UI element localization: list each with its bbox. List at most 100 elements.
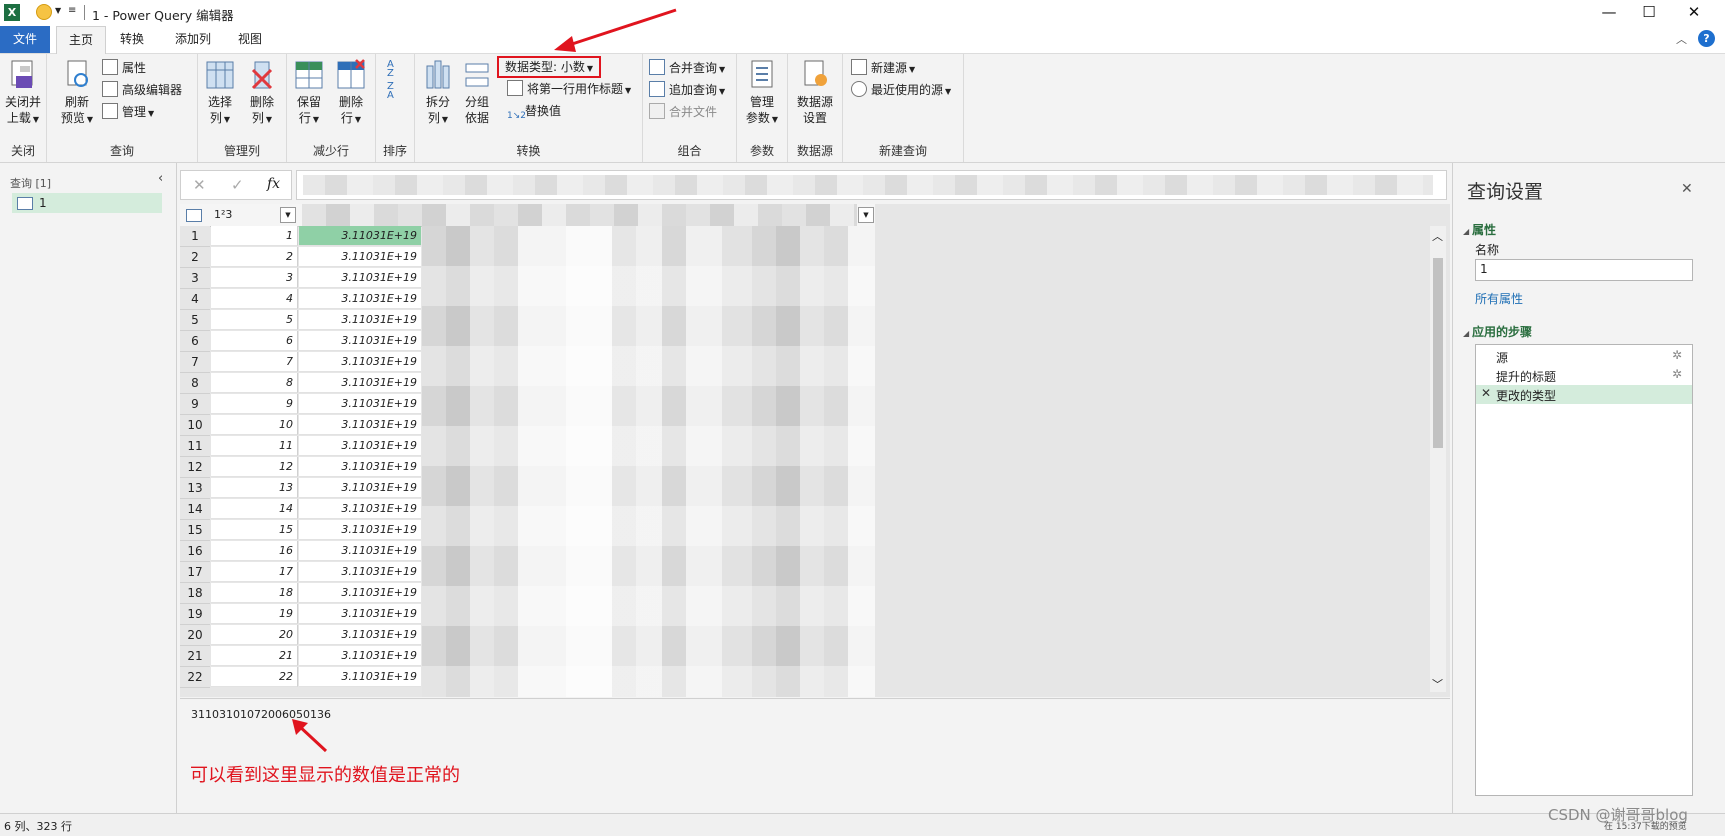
split-column-button[interactable]: 拆分 列 ▼ bbox=[419, 58, 457, 128]
index-cell[interactable]: 18 bbox=[211, 583, 298, 603]
table-row[interactable]: 19 19 3.11031E+19 bbox=[180, 604, 422, 625]
value-cell[interactable]: 3.11031E+19 bbox=[299, 667, 421, 687]
row-number[interactable]: 18 bbox=[180, 583, 210, 604]
row-number[interactable]: 8 bbox=[180, 373, 210, 394]
column-type-icon[interactable]: 1²3 bbox=[214, 208, 232, 221]
index-cell[interactable]: 4 bbox=[211, 289, 298, 309]
value-cell[interactable]: 3.11031E+19 bbox=[299, 478, 421, 498]
index-cell[interactable]: 20 bbox=[211, 625, 298, 645]
keep-rows-button[interactable]: 保留 行 ▼ bbox=[289, 58, 329, 128]
table-row[interactable]: 7 7 3.11031E+19 bbox=[180, 352, 422, 373]
index-cell[interactable]: 16 bbox=[211, 541, 298, 561]
table-row[interactable]: 22 22 3.11031E+19 bbox=[180, 667, 422, 688]
index-cell[interactable]: 17 bbox=[211, 562, 298, 582]
confirm-formula-button[interactable]: ✓ bbox=[231, 176, 244, 194]
row-number[interactable]: 20 bbox=[180, 625, 210, 646]
properties-section-header[interactable]: ◢ 属性 bbox=[1463, 221, 1496, 238]
index-cell[interactable]: 10 bbox=[211, 415, 298, 435]
index-cell[interactable]: 21 bbox=[211, 646, 298, 666]
row-number[interactable]: 2 bbox=[180, 247, 210, 268]
close-window-button[interactable]: ✕ bbox=[1671, 0, 1717, 26]
column-filter-button[interactable]: ▼ bbox=[280, 207, 296, 223]
gear-icon[interactable]: ✲ bbox=[1672, 348, 1682, 362]
row-number[interactable]: 21 bbox=[180, 646, 210, 667]
properties-button[interactable]: 属性 bbox=[102, 58, 146, 78]
row-number[interactable]: 11 bbox=[180, 436, 210, 457]
row-number[interactable]: 3 bbox=[180, 268, 210, 289]
value-cell[interactable]: 3.11031E+19 bbox=[299, 520, 421, 540]
table-row[interactable]: 16 16 3.11031E+19 bbox=[180, 541, 422, 562]
table-row[interactable]: 1 1 3.11031E+19 bbox=[180, 226, 422, 247]
tab-add-column[interactable]: 添加列 bbox=[164, 26, 222, 53]
customize-qat-icon[interactable]: ≡ bbox=[68, 5, 76, 16]
value-cell[interactable]: 3.11031E+19 bbox=[299, 310, 421, 330]
row-number[interactable]: 14 bbox=[180, 499, 210, 520]
smiley-icon[interactable] bbox=[36, 4, 52, 20]
collapse-ribbon-icon[interactable]: ︿ bbox=[1676, 31, 1687, 47]
row-number[interactable]: 10 bbox=[180, 415, 210, 436]
index-cell[interactable]: 12 bbox=[211, 457, 298, 477]
row-number[interactable]: 5 bbox=[180, 310, 210, 331]
fx-icon[interactable]: fx bbox=[267, 176, 280, 192]
value-cell[interactable]: 3.11031E+19 bbox=[299, 415, 421, 435]
replace-values-button[interactable]: 1↘2替换值 bbox=[507, 101, 561, 121]
remove-columns-button[interactable]: 删除 列 ▼ bbox=[242, 58, 282, 128]
sort-descending-icon[interactable]: ZA bbox=[387, 82, 394, 101]
row-number[interactable]: 17 bbox=[180, 562, 210, 583]
value-cell[interactable]: 3.11031E+19 bbox=[299, 331, 421, 351]
value-cell[interactable]: 3.11031E+19 bbox=[299, 499, 421, 519]
value-cell[interactable]: 3.11031E+19 bbox=[299, 562, 421, 582]
table-row[interactable]: 20 20 3.11031E+19 bbox=[180, 625, 422, 646]
index-cell[interactable]: 19 bbox=[211, 604, 298, 624]
vertical-scrollbar[interactable]: ︿ ﹀ bbox=[1430, 226, 1446, 692]
refresh-preview-button[interactable]: 刷新 预览 ▼ bbox=[57, 58, 97, 128]
index-cell[interactable]: 11 bbox=[211, 436, 298, 456]
table-row[interactable]: 21 21 3.11031E+19 bbox=[180, 646, 422, 667]
row-number[interactable]: 9 bbox=[180, 394, 210, 415]
row-number[interactable]: 19 bbox=[180, 604, 210, 625]
query-item[interactable]: 1 bbox=[12, 193, 162, 213]
cancel-formula-button[interactable]: ✕ bbox=[193, 176, 206, 194]
use-first-row-as-headers-button[interactable]: 将第一行用作标题 ▼ bbox=[507, 79, 631, 99]
row-number[interactable]: 15 bbox=[180, 520, 210, 541]
value-cell[interactable]: 3.11031E+19 bbox=[299, 268, 421, 288]
all-properties-link[interactable]: 所有属性 bbox=[1475, 290, 1523, 307]
index-cell[interactable]: 8 bbox=[211, 373, 298, 393]
index-cell[interactable]: 22 bbox=[211, 667, 298, 687]
collapse-queries-pane-icon[interactable]: ‹ bbox=[158, 171, 163, 186]
scroll-thumb[interactable] bbox=[1433, 258, 1443, 448]
value-cell[interactable]: 3.11031E+19 bbox=[299, 289, 421, 309]
index-cell[interactable]: 9 bbox=[211, 394, 298, 414]
row-number[interactable]: 6 bbox=[180, 331, 210, 352]
column-filter-button[interactable]: ▼ bbox=[858, 207, 874, 223]
table-row[interactable]: 12 12 3.11031E+19 bbox=[180, 457, 422, 478]
value-cell[interactable]: 3.11031E+19 bbox=[299, 457, 421, 477]
value-cell[interactable]: 3.11031E+19 bbox=[299, 604, 421, 624]
choose-columns-button[interactable]: 选择 列 ▼ bbox=[200, 58, 240, 128]
step-changed-type[interactable]: ✕ 更改的类型 bbox=[1476, 385, 1692, 404]
maximize-button[interactable]: ☐ bbox=[1626, 0, 1672, 26]
row-number[interactable]: 12 bbox=[180, 457, 210, 478]
table-row[interactable]: 5 5 3.11031E+19 bbox=[180, 310, 422, 331]
value-cell[interactable]: 3.11031E+19 bbox=[299, 352, 421, 372]
row-number[interactable]: 13 bbox=[180, 478, 210, 499]
index-cell[interactable]: 2 bbox=[211, 247, 298, 267]
table-row[interactable]: 9 9 3.11031E+19 bbox=[180, 394, 422, 415]
index-cell[interactable]: 13 bbox=[211, 478, 298, 498]
table-row[interactable]: 4 4 3.11031E+19 bbox=[180, 289, 422, 310]
data-source-settings-button[interactable]: 数据源 设置 bbox=[792, 58, 838, 126]
formula-input[interactable] bbox=[296, 170, 1447, 200]
tab-home[interactable]: 主页 bbox=[56, 26, 106, 55]
applied-steps-header[interactable]: ◢ 应用的步骤 bbox=[1463, 323, 1532, 340]
value-cell[interactable]: 3.11031E+19 bbox=[299, 394, 421, 414]
table-row[interactable]: 11 11 3.11031E+19 bbox=[180, 436, 422, 457]
data-type-dropdown[interactable]: 数据类型: 小数 ▼ bbox=[497, 56, 602, 78]
new-source-button[interactable]: 新建源 ▼ bbox=[851, 58, 915, 78]
merge-queries-button[interactable]: 合并查询 ▼ bbox=[649, 58, 725, 78]
recent-sources-button[interactable]: 最近使用的源 ▼ bbox=[851, 80, 951, 100]
close-and-load-button[interactable]: 关闭并 上载 ▼ bbox=[2, 58, 44, 128]
remove-rows-button[interactable]: 删除 行 ▼ bbox=[331, 58, 371, 128]
table-row[interactable]: 17 17 3.11031E+19 bbox=[180, 562, 422, 583]
value-cell[interactable]: 3.11031E+19 bbox=[299, 226, 421, 246]
index-cell[interactable]: 14 bbox=[211, 499, 298, 519]
